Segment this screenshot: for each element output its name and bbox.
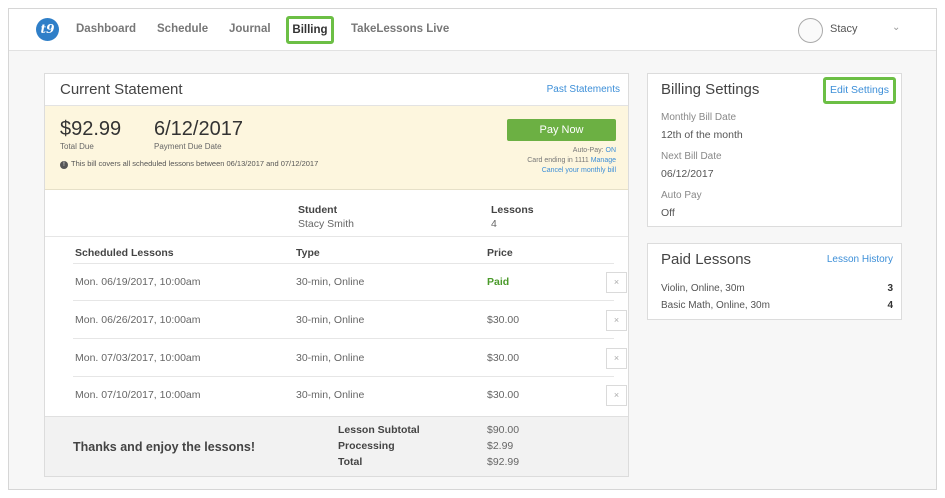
nav-schedule[interactable]: Schedule (157, 23, 208, 35)
nav-billing[interactable]: Billing (286, 16, 334, 44)
nav-takelessons-live[interactable]: TakeLessons Live (351, 23, 449, 35)
user-name[interactable]: Stacy (830, 23, 858, 35)
edit-settings-button[interactable]: Edit Settings (823, 77, 896, 104)
info-icon: ! (60, 161, 68, 169)
bill-info-text: This bill covers all scheduled lessons b… (71, 159, 319, 168)
remove-lesson-button[interactable]: × (606, 348, 627, 369)
lesson-date: Mon. 07/03/2017, 10:00am (75, 352, 201, 364)
next-bill-date-label: Next Bill Date (661, 151, 722, 162)
payment-due-label: Payment Due Date (154, 142, 222, 151)
divider (73, 263, 614, 264)
chevron-down-icon[interactable]: ⌄ (892, 22, 900, 33)
past-statements-link[interactable]: Past Statements (547, 84, 620, 95)
processing-value: $2.99 (487, 440, 514, 452)
nav-journal[interactable]: Journal (229, 23, 271, 35)
paid-lesson-name: Violin, Online, 30m (661, 283, 745, 294)
lesson-type: 30-min, Online (296, 352, 365, 364)
lesson-price: $30.00 (487, 352, 520, 364)
lesson-price: $30.00 (487, 314, 520, 326)
total-due-label: Total Due (60, 142, 94, 151)
bill-summary: $92.99 Total Due 6/12/2017 Payment Due D… (45, 106, 628, 190)
paid-lesson-name: Basic Math, Online, 30m (661, 300, 770, 311)
avatar[interactable] (798, 18, 823, 43)
divider (45, 236, 628, 237)
total-value: $92.99 (487, 456, 520, 468)
lessons-label: Lessons (491, 204, 534, 216)
paid-lesson-count: 4 (887, 300, 893, 311)
takelessons-logo-icon[interactable]: t9 (36, 18, 59, 41)
next-bill-date-value: 06/12/2017 (661, 168, 714, 180)
lesson-type: 30-min, Online (296, 314, 365, 326)
student-value: Stacy Smith (298, 218, 355, 230)
pay-now-button[interactable]: Pay Now (507, 119, 616, 141)
student-label: Student (298, 204, 338, 216)
nav-dashboard[interactable]: Dashboard (76, 23, 136, 35)
lesson-type: 30-min, Online (296, 276, 365, 288)
billing-settings-card: Billing Settings Edit Settings Monthly B… (647, 73, 902, 227)
lesson-price: $30.00 (487, 389, 520, 401)
processing-label: Processing (338, 440, 395, 452)
auto-pay-label: Auto Pay (661, 190, 702, 201)
remove-lesson-button[interactable]: × (606, 272, 627, 293)
lesson-history-link[interactable]: Lesson History (827, 254, 893, 265)
divider (73, 300, 614, 301)
col-header-lessons: Scheduled Lessons (75, 247, 174, 259)
paid-lessons-title: Paid Lessons (661, 251, 752, 268)
auto-pay-value: Off (661, 207, 675, 219)
billing-settings-title: Billing Settings (661, 81, 760, 98)
autopay-info: Auto-Pay: ON Card ending in 1111 Manage … (527, 146, 616, 176)
subtotal-label: Lesson Subtotal (338, 424, 420, 436)
col-header-type: Type (296, 247, 320, 259)
col-header-price: Price (487, 247, 513, 259)
bill-info: ! This bill covers all scheduled lessons … (60, 158, 320, 169)
total-label: Total (338, 456, 363, 468)
divider (73, 376, 614, 377)
manage-link[interactable]: Manage (591, 157, 616, 164)
paid-lessons-card: Paid Lessons Lesson History Violin, Onli… (647, 243, 902, 320)
monthly-bill-date-value: 12th of the month (661, 129, 743, 141)
total-due-amount: $92.99 (60, 118, 122, 140)
statement-footer: Thanks and enjoy the lessons! Lesson Sub… (45, 416, 628, 476)
current-statement-card: Current Statement Past Statements $92.99… (44, 73, 629, 477)
lesson-date: Mon. 06/19/2017, 10:00am (75, 276, 201, 288)
remove-lesson-button[interactable]: × (606, 310, 627, 331)
app-window: t9 Dashboard Schedule Journal Billing Ta… (8, 8, 937, 490)
lesson-date: Mon. 07/10/2017, 10:00am (75, 389, 201, 401)
lessons-value: 4 (491, 218, 497, 230)
payment-due-date: 6/12/2017 (154, 118, 243, 140)
lesson-date: Mon. 06/26/2017, 10:00am (75, 314, 201, 326)
autopay-label: Auto-Pay: (572, 147, 604, 154)
top-nav: t9 Dashboard Schedule Journal Billing Ta… (9, 9, 936, 51)
paid-lesson-count: 3 (887, 283, 893, 294)
statement-title: Current Statement (60, 81, 183, 98)
statement-header: Current Statement Past Statements (45, 74, 628, 106)
divider (73, 338, 614, 339)
cancel-bill-link[interactable]: Cancel your monthly bill (527, 166, 616, 176)
card-text: Card ending in 1111 (527, 157, 589, 164)
thanks-message: Thanks and enjoy the lessons! (73, 440, 255, 454)
autopay-toggle-link[interactable]: ON (606, 147, 617, 154)
lesson-price: Paid (487, 276, 510, 288)
remove-lesson-button[interactable]: × (606, 385, 627, 406)
nav-billing-label: Billing (292, 24, 328, 36)
subtotal-value: $90.00 (487, 424, 520, 436)
monthly-bill-date-label: Monthly Bill Date (661, 112, 737, 123)
lesson-type: 30-min, Online (296, 389, 365, 401)
